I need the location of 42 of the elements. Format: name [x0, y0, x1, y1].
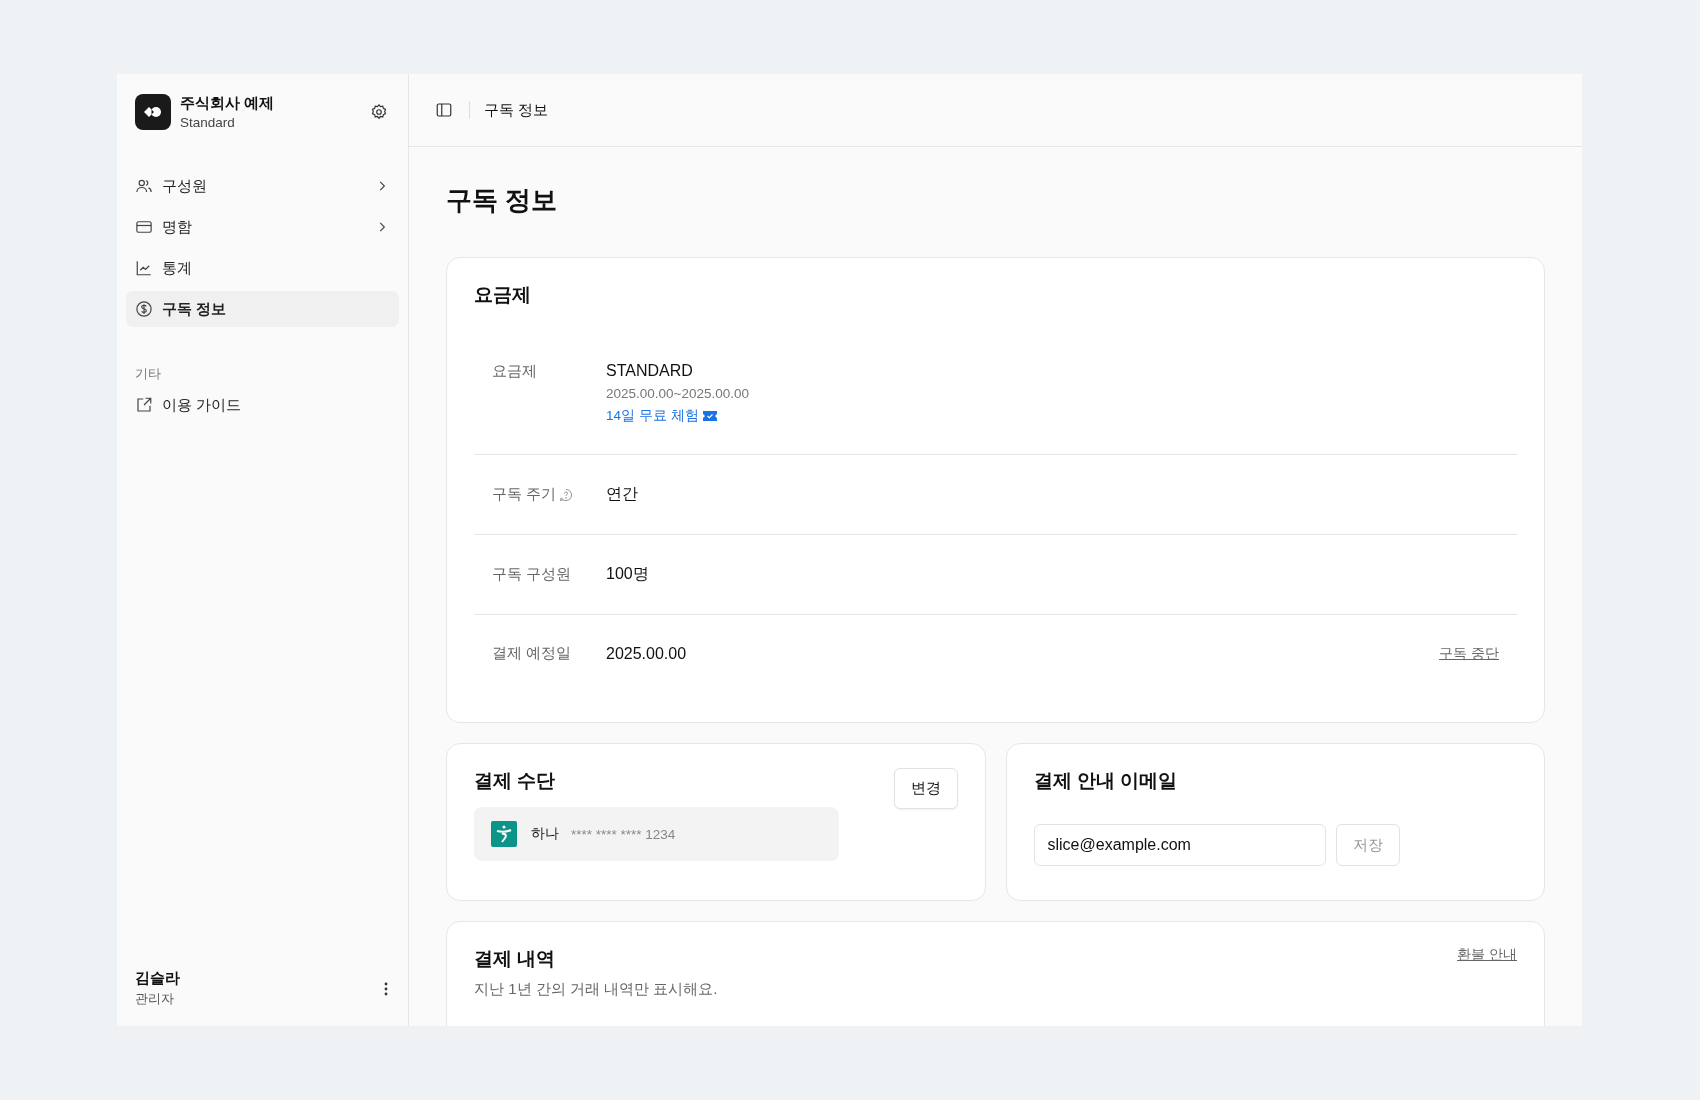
row-value: 연간 — [606, 484, 639, 504]
card-icon — [135, 218, 153, 236]
nav-item[interactable]: 구성원 — [126, 168, 399, 204]
row-label: 구독 주기 — [492, 485, 557, 504]
card-title: 결제 수단 — [474, 769, 556, 793]
logo-icon — [135, 94, 171, 130]
external-link-icon — [135, 396, 153, 414]
help-icon[interactable] — [559, 487, 574, 502]
cancel-subscription-link[interactable]: 구독 중단 — [1439, 644, 1499, 663]
nav-item[interactable]: 통계 — [126, 250, 399, 286]
plan-period: 2025.00.00~2025.00.00 — [606, 386, 750, 401]
ticket-icon — [702, 411, 717, 421]
card-title: 요금제 — [474, 283, 532, 307]
trial-label: 14일 무료 체험 — [606, 407, 699, 425]
workspace-plan: Standard — [180, 115, 236, 130]
bank-logo-icon — [491, 821, 517, 847]
section-label: 기타 — [135, 365, 162, 383]
history-description: 지난 1년 간의 거래 내역만 표시해요. — [474, 980, 718, 999]
change-button[interactable]: 변경 — [893, 768, 958, 809]
header-title: 구독 정보 — [484, 100, 549, 120]
users-icon — [135, 177, 153, 195]
user-role: 관리자 — [135, 990, 175, 1008]
row-label: 구독 구성원 — [492, 565, 572, 584]
card-title: 결제 내역 — [474, 947, 557, 971]
user-name: 김슬라 — [135, 969, 181, 988]
dollar-icon — [135, 300, 153, 318]
nav-item[interactable]: 명함 — [126, 209, 399, 245]
chart-icon — [135, 259, 153, 277]
card-number: **** **** **** 1234 — [571, 826, 676, 842]
row-value: 2025.00.00 — [606, 644, 688, 663]
row-value: 100명 — [606, 564, 650, 584]
row-value: STANDARD — [606, 362, 694, 380]
email-field[interactable]: slice@example.com — [1033, 824, 1326, 866]
row-label: 요금제 — [492, 362, 537, 381]
row-label: 결제 예정일 — [492, 644, 572, 663]
workspace-name: 주식회사 예제 — [180, 94, 276, 113]
bank-name: 하나 — [531, 825, 559, 843]
card-title: 결제 안내 이메일 — [1033, 769, 1179, 793]
nav-item[interactable]: 구독 정보 — [126, 291, 399, 327]
nav-item[interactable]: 이용 가이드 — [126, 387, 399, 423]
page-title: 구독 정보 — [446, 184, 559, 217]
refund-info-link[interactable]: 환불 안내 — [1457, 946, 1517, 964]
